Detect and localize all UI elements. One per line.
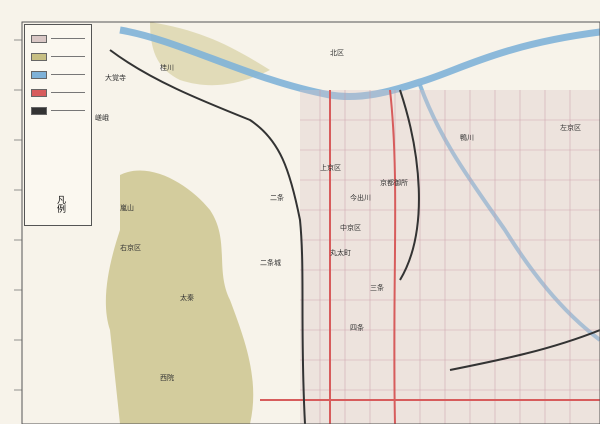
- legend-swatch-river: [31, 71, 47, 79]
- place-label: 嵐山: [120, 203, 134, 212]
- place-label: 二条: [270, 193, 284, 202]
- legend-line: [51, 56, 85, 57]
- legend-title: 凡例: [55, 195, 65, 213]
- map-legend: 凡例: [24, 24, 92, 226]
- place-label: 北区: [330, 49, 344, 57]
- legend-swatch-built: [31, 35, 47, 43]
- legend-swatch-rail: [31, 107, 47, 115]
- place-label: 丸太町: [330, 248, 351, 257]
- place-label: 鴨川: [460, 133, 474, 142]
- place-label: 上京区: [320, 163, 341, 172]
- place-label: 太秦: [180, 293, 194, 302]
- legend-line: [51, 74, 85, 75]
- place-label: 二条城: [260, 258, 281, 267]
- place-label: 右京区: [120, 243, 141, 252]
- legend-swatch-mountain: [31, 53, 47, 61]
- legend-line: [51, 110, 85, 111]
- place-label: 三条: [370, 283, 384, 292]
- place-label: 今出川: [350, 193, 371, 202]
- place-label: 京都御所: [380, 178, 408, 187]
- place-label: 四条: [350, 323, 364, 332]
- legend-line: [51, 38, 85, 39]
- place-label: 西院: [160, 373, 174, 382]
- place-label: 大覚寺: [105, 73, 126, 82]
- place-label: 嵯峨: [95, 113, 109, 122]
- legend-line: [51, 92, 85, 93]
- place-label: 中京区: [340, 223, 361, 232]
- legend-swatch-road: [31, 89, 47, 97]
- place-label: 桂川: [160, 63, 174, 72]
- place-label: 左京区: [560, 123, 581, 132]
